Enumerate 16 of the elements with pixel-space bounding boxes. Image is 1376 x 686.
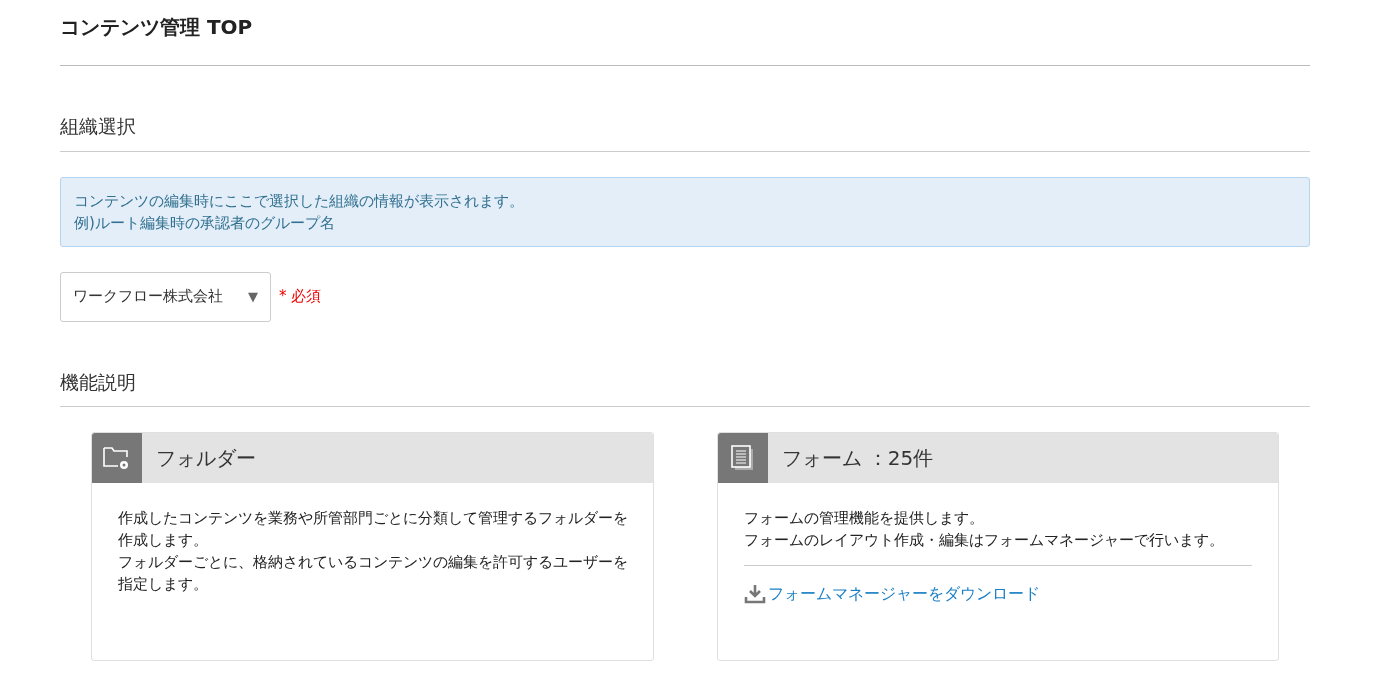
- organization-select[interactable]: ワークフロー株式会社 ▼: [60, 271, 271, 322]
- download-link[interactable]: フォームマネージャーをダウンロード: [767, 582, 1040, 606]
- card-description: フォームの管理機能を提供します。: [743, 508, 985, 529]
- section-heading: 機能説明: [60, 367, 1310, 407]
- document-icon: [729, 444, 756, 472]
- page-title: コンテンツ管理 TOP: [60, 0, 1310, 66]
- card-description: 作成したコンテンツを業務や所管部門ごとに分類して管理するフォルダーを作成します。: [118, 508, 628, 551]
- required-label: * 必須: [279, 286, 322, 308]
- section-heading: 組織選択: [60, 112, 1310, 152]
- info-text: コンテンツの編集時にここで選択した組織の情報が表示されます。: [74, 190, 525, 212]
- card-description: フォルダーごとに、格納されているコンテンツの編集を許可するユーザーを指定します。: [118, 552, 628, 595]
- card-title: フォルダー: [156, 445, 256, 472]
- download-icon: [743, 584, 766, 604]
- card-title: フォーム ：25件: [781, 445, 934, 472]
- info-text: 例)ルート編集時の承認者のグループ名: [74, 212, 336, 234]
- card-description: フォームのレイアウト作成・編集はフォームマネージャーで行います。: [743, 530, 1225, 551]
